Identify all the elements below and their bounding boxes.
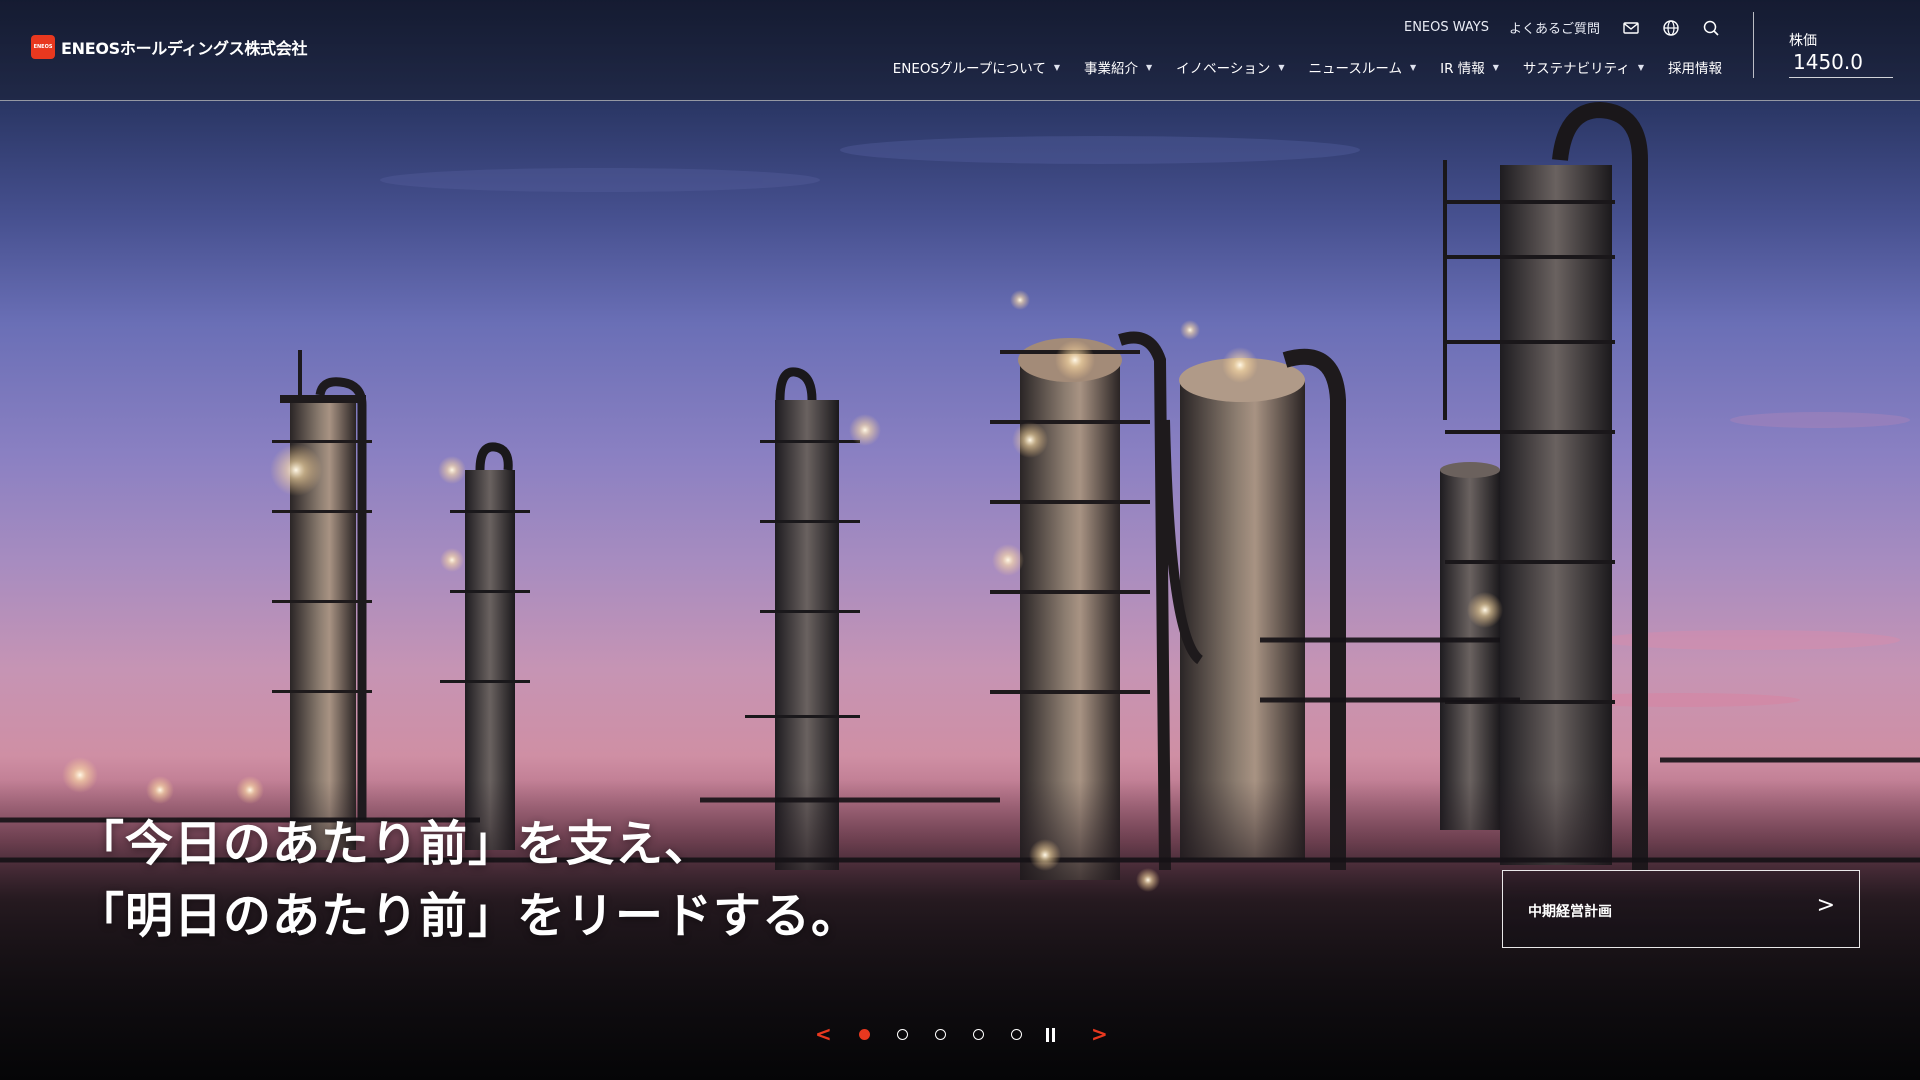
- nav-item-label: イノベーション: [1176, 61, 1271, 77]
- stock-label: 株価: [1789, 33, 1817, 49]
- utility-nav: ENEOS WAYS よくあるご質問: [1384, 18, 1720, 37]
- nav-item-label: サステナビリティ: [1522, 61, 1630, 77]
- hero-tagline-line1: 「今日のあたり前」を支え、: [76, 816, 714, 872]
- hero-tagline: 「今日のあたり前」を支え、 「明日のあたり前」をリードする。: [76, 808, 860, 952]
- nav-item-sustainability[interactable]: サステナビリティ ▼: [1523, 57, 1644, 77]
- nav-item-careers[interactable]: 採用情報: [1668, 57, 1722, 77]
- eneos-ways-link[interactable]: ENEOS WAYS: [1404, 20, 1489, 35]
- caret-down-icon: ▼: [1145, 62, 1153, 72]
- company-name: ENEOSホールディングス株式会社: [61, 39, 308, 58]
- nav-item-ir[interactable]: IR 情報 ▼: [1440, 57, 1499, 77]
- header-divider: [1753, 12, 1754, 78]
- nav-item-label: IR 情報: [1440, 61, 1485, 77]
- global-nav: ENEOSグループについて ▼ 事業紹介 ▼ イノベーション ▼ ニュースルーム…: [869, 57, 1722, 77]
- midterm-plan-button[interactable]: 中期経営計画 >: [1502, 870, 1860, 948]
- search-icon[interactable]: [1702, 19, 1720, 37]
- nav-item-label: 採用情報: [1668, 61, 1722, 77]
- pause-icon[interactable]: [1046, 1028, 1056, 1042]
- nav-item-about[interactable]: ENEOSグループについて ▼: [893, 57, 1060, 77]
- nav-item-newsroom[interactable]: ニュースルーム ▼: [1309, 57, 1417, 77]
- stock-price-widget[interactable]: 株価 1450.0: [1789, 30, 1893, 78]
- nav-item-label: ニュースルーム: [1308, 61, 1402, 77]
- logo-mark-text: ENEOS: [33, 44, 53, 50]
- company-logo[interactable]: ENEOS ENEOSホールディングス株式会社: [31, 35, 307, 59]
- nav-item-business[interactable]: 事業紹介 ▼: [1084, 57, 1152, 77]
- carousel-next-button[interactable]: >: [1091, 1022, 1108, 1046]
- chevron-right-icon: >: [1816, 893, 1835, 918]
- mail-icon[interactable]: [1622, 19, 1640, 37]
- nav-item-label: ENEOSグループについて: [892, 61, 1046, 77]
- carousel-dot-5[interactable]: [1011, 1029, 1022, 1040]
- site-header: ENEOS ENEOSホールディングス株式会社 ENEOS WAYS よくあるご…: [0, 0, 1920, 101]
- hero-tagline-line2: 「明日のあたり前」をリードする。: [76, 888, 861, 944]
- faq-link[interactable]: よくあるご質問: [1509, 18, 1600, 37]
- cta-label: 中期経営計画: [1528, 904, 1612, 920]
- caret-down-icon: ▼: [1409, 62, 1417, 72]
- caret-down-icon: ▼: [1637, 62, 1644, 72]
- carousel-controls: < >: [0, 1022, 1920, 1048]
- carousel-prev-button[interactable]: <: [815, 1022, 832, 1046]
- caret-down-icon: ▼: [1053, 62, 1060, 72]
- caret-down-icon: ▼: [1278, 62, 1285, 72]
- carousel-dot-1[interactable]: [859, 1029, 870, 1040]
- stock-value: 1450.0: [1793, 50, 1863, 74]
- caret-down-icon: ▼: [1492, 62, 1499, 72]
- carousel-dot-3[interactable]: [935, 1029, 946, 1040]
- globe-icon[interactable]: [1662, 19, 1680, 37]
- nav-item-innovation[interactable]: イノベーション ▼: [1176, 57, 1284, 77]
- nav-item-label: 事業紹介: [1083, 61, 1138, 77]
- carousel-dot-2[interactable]: [897, 1029, 908, 1040]
- carousel-dot-4[interactable]: [973, 1029, 984, 1040]
- eneos-logo-mark-icon: ENEOS: [31, 35, 55, 59]
